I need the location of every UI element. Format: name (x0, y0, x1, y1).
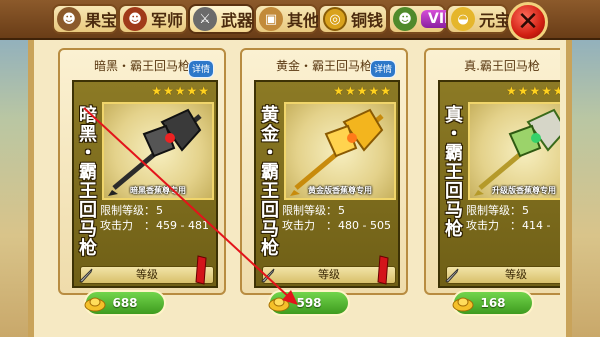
exclusive-note: 黄金版香蕉尊专用 (308, 186, 372, 195)
tab-label: 果宝 (85, 11, 118, 30)
card-title: 真.霸王回马枪 (464, 59, 540, 73)
red-tag-icon (377, 255, 389, 285)
strategist-character-icon: ☻ (123, 7, 147, 31)
level-bar: 等级 (446, 266, 560, 284)
weapon-card-gold: 黄金・霸王回马枪 详情 ★★★★★ 黄金・霸王回马枪 黄金版香蕉尊专用 限制等级… (240, 48, 408, 295)
sword-icon (79, 268, 93, 283)
vip-character-icon: ☻ (393, 7, 417, 31)
star-rating: ★★★★★ (333, 84, 392, 98)
fruit-character-icon: ☻ (57, 7, 81, 31)
weapon-vertical-name: 真・霸王回马枪 (445, 105, 463, 240)
weapon-display: ★★★★★ 暗黑・霸王回马枪 暗黑香蕉尊专用 限制等级： 5 攻击力 ： 459 -… (72, 80, 218, 288)
sword-icon (445, 268, 459, 283)
box-icon: ▣ (259, 7, 283, 31)
buy-button-true[interactable]: 168 (452, 290, 534, 316)
weapon-stats: 限制等级： 5 攻击力 ： 480 - 505 (282, 204, 391, 232)
gold-ingot-icon (452, 297, 474, 312)
weapon-image-green-halberd: 升级版香蕉尊专用 (468, 102, 560, 200)
tab-others[interactable]: ▣ 其他 (254, 4, 320, 34)
gold-ingot-icon (268, 297, 290, 312)
exclusive-note: 暗黑香蕉尊专用 (130, 186, 186, 195)
price-value: 168 (480, 296, 506, 310)
details-button[interactable]: 详情 (188, 60, 214, 78)
tab-label: 军师 (151, 11, 184, 30)
sword-icon (261, 268, 275, 283)
tab-label: 铜钱 (351, 11, 384, 30)
weapon-card-dark: 暗黑・霸王回马枪 详情 ★★★★★ 暗黑・霸王回马枪 暗黑香蕉尊专用 限制等级：… (58, 48, 226, 295)
weapon-image-gold-halberd: 黄金版香蕉尊专用 (284, 102, 396, 200)
weapon-card-true: 真.霸王回马枪 详情 ★★★★★ 真・霸王回马枪 升级版香蕉尊专用 限制等级：5… (424, 48, 560, 295)
tab-copper-coins[interactable]: ◎ 铜钱 (318, 4, 388, 34)
tab-vip[interactable]: ☻ VIP (388, 4, 462, 34)
price-value: 688 (112, 296, 138, 310)
tab-weapons[interactable]: ⚔ 武器 (188, 4, 254, 34)
tab-label: 武器 (221, 11, 254, 30)
gold-ingot-icon (84, 297, 106, 312)
weapon-stats: 限制等级： 5 攻击力 ： 414 - (466, 204, 551, 232)
red-tag-icon (195, 255, 207, 285)
gold-ingot-icon: ◒ (451, 7, 475, 31)
coin-icon: ◎ (323, 7, 347, 31)
buy-button-dark[interactable]: 688 (84, 290, 166, 316)
weapon-display: ★★★★★ 真・霸王回马枪 升级版香蕉尊专用 限制等级： 5 攻击力 ： 414 -… (438, 80, 560, 288)
weapon-vertical-name: 黄金・霸王回马枪 (261, 105, 279, 259)
tab-fruit-treasure[interactable]: ☻ 果宝 (52, 4, 118, 34)
exclusive-note: 升级版香蕉尊专用 (492, 186, 556, 195)
close-button[interactable]: ✕ (508, 2, 548, 42)
weapon-vertical-name: 暗黑・霸王回马枪 (79, 105, 97, 259)
details-button[interactable]: 详情 (370, 60, 396, 78)
weapon-stats: 限制等级： 5 攻击力 ： 459 - 481 (100, 204, 209, 232)
tab-label: 元宝 (479, 11, 512, 30)
weapon-icon: ⚔ (193, 7, 217, 31)
tab-label: 其他 (287, 11, 320, 30)
star-rating: ★★★★★ (151, 84, 210, 98)
tab-strategist[interactable]: ☻ 军师 (118, 4, 188, 34)
star-rating: ★★★★★ (506, 84, 560, 98)
tab-gold-ingots[interactable]: ◒ 元宝 (446, 4, 512, 34)
buy-button-gold[interactable]: 598 (268, 290, 350, 316)
close-icon: ✕ (517, 7, 539, 37)
weapon-display: ★★★★★ 黄金・霸王回马枪 黄金版香蕉尊专用 限制等级： 5 攻击力 ： 480 … (254, 80, 400, 288)
weapon-image-dark-halberd: 暗黑香蕉尊专用 (102, 102, 214, 200)
price-value: 598 (296, 296, 322, 310)
